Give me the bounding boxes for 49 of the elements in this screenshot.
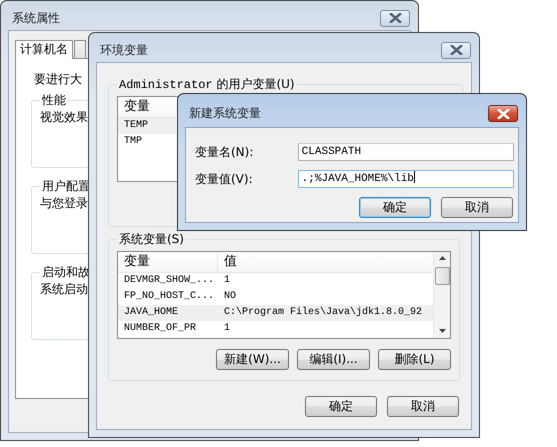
close-icon	[388, 13, 402, 23]
variable-name: DEVMGR_SHOW_...	[123, 274, 216, 288]
table-row[interactable]: JAVA_HOME C:\Program Files\Java\jdk1.8.0_92	[118, 305, 433, 321]
variable-value: C:\Program Files\Java\jdk1.8.0_92	[223, 306, 422, 320]
window-title: 环境变量	[99, 42, 148, 58]
column-header[interactable]: 变量	[118, 252, 218, 272]
table-row[interactable]: DEVMGR_SHOW_... 1	[118, 273, 433, 289]
close-button[interactable]	[488, 105, 518, 122]
table-row[interactable]: TEMP	[118, 118, 176, 134]
dialog-button[interactable]: 取消	[387, 396, 459, 417]
scroll-thumb[interactable]	[434, 267, 450, 285]
dialog-button[interactable]: 确定	[359, 197, 431, 218]
close-button[interactable]	[441, 42, 471, 58]
variable-value: 1	[223, 274, 230, 288]
close-button[interactable]	[380, 10, 410, 26]
close-icon	[496, 108, 510, 118]
group-label: 性能	[40, 92, 67, 109]
close-icon	[450, 45, 462, 55]
input-field[interactable]: CLASSPATH	[298, 143, 514, 161]
group-label: 系统变量(S)	[118, 231, 185, 248]
group-text: 视觉效果	[40, 109, 88, 126]
variable-name: FP_NO_HOST_C...	[123, 290, 216, 304]
variable-name: NUMBER_OF_PR	[123, 322, 198, 336]
dialog-button[interactable]: 取消	[441, 197, 513, 218]
variable-value: NO	[223, 290, 236, 304]
table-row[interactable]: TMP	[118, 134, 176, 150]
input-field[interactable]: .;%JAVA_HOME%\lib	[298, 170, 514, 188]
intro-text: 要进行大	[34, 71, 82, 87]
scrollbar[interactable]	[433, 252, 450, 338]
field-label: 变量名(N):	[195, 144, 254, 160]
variable-name: JAVA_HOME	[123, 306, 180, 320]
dialog-button[interactable]: 删除(L)	[378, 349, 451, 370]
dialog-button[interactable]: 确定	[305, 396, 377, 417]
tab[interactable]	[74, 40, 86, 58]
group-text: 系统启动	[40, 281, 88, 298]
column-header[interactable]: 变量	[118, 97, 176, 117]
window-title: 新建系统变量	[188, 105, 261, 122]
table-row[interactable]: FP_NO_HOST_C... NO	[118, 289, 433, 305]
group-text: 与您登录	[40, 195, 88, 212]
column-header[interactable]: 值	[218, 252, 433, 272]
group-label: Administrator 的用户变量(U)	[118, 76, 296, 93]
tab[interactable]: 计算机名	[15, 40, 73, 59]
window-title: 系统属性	[11, 10, 60, 26]
variable-value: 1	[223, 322, 230, 336]
dialog-button[interactable]: 新建(W)...	[216, 349, 289, 370]
field-label: 变量值(V):	[195, 170, 254, 188]
group-label: 启动和故	[41, 264, 91, 281]
dialog-button[interactable]: 编辑(I)...	[297, 349, 370, 370]
table-row[interactable]: NUMBER_OF_PR 1	[118, 321, 433, 337]
